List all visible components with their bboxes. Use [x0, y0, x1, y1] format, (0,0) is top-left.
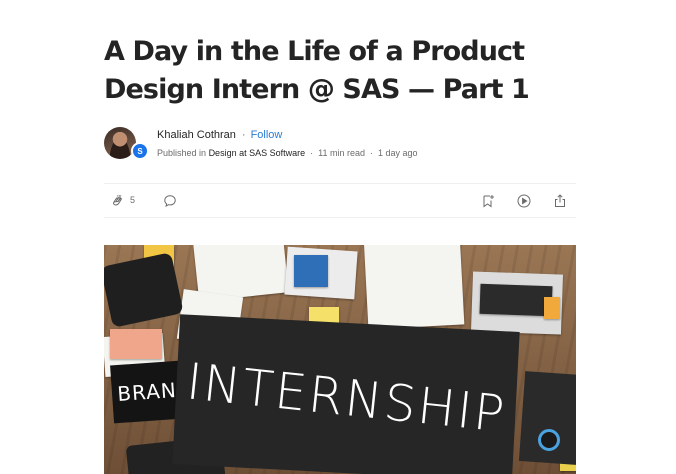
- listen-play-icon[interactable]: [516, 193, 532, 209]
- sticky-note: [294, 255, 328, 287]
- brand-text: BRAN: [116, 377, 178, 407]
- publication-link[interactable]: Design at SAS Software: [209, 148, 306, 158]
- separator: ·: [369, 148, 373, 158]
- clap-count: 5: [130, 195, 136, 205]
- gauge-chart: [538, 429, 560, 451]
- separator: ·: [241, 129, 246, 141]
- author-row: Khaliah Cothran · Follow: [157, 129, 282, 141]
- laptop-keyboard: [479, 283, 553, 317]
- article-meta: Published in Design at SAS Software · 11 m…: [157, 148, 418, 158]
- share-icon[interactable]: [552, 193, 568, 209]
- read-time: 11 min read: [318, 148, 365, 158]
- post-date: 1 day ago: [377, 148, 418, 158]
- action-bar: 5: [104, 183, 576, 218]
- follow-button[interactable]: Follow: [251, 129, 283, 141]
- brand-sheet: BRAN: [110, 360, 184, 424]
- published-prefix: Published in: [157, 148, 207, 158]
- article-title: A Day in the Life of a Product Design In…: [104, 36, 530, 105]
- comment-icon[interactable]: [162, 193, 178, 209]
- internship-sign: INTERNSHIP: [172, 314, 520, 474]
- bookmark-add-icon[interactable]: [480, 193, 496, 209]
- sticky-note: [110, 329, 162, 359]
- author-name[interactable]: Khaliah Cothran: [157, 129, 236, 141]
- clap-icon[interactable]: [110, 193, 126, 209]
- separator: ·: [310, 148, 314, 158]
- sticky-note: [544, 297, 560, 319]
- chart-paper: [363, 245, 465, 330]
- hero-image: BRAN INTERNSHIP: [104, 245, 576, 474]
- sign-text: INTERNSHIP: [183, 352, 509, 444]
- publication-badge[interactable]: S: [131, 142, 149, 160]
